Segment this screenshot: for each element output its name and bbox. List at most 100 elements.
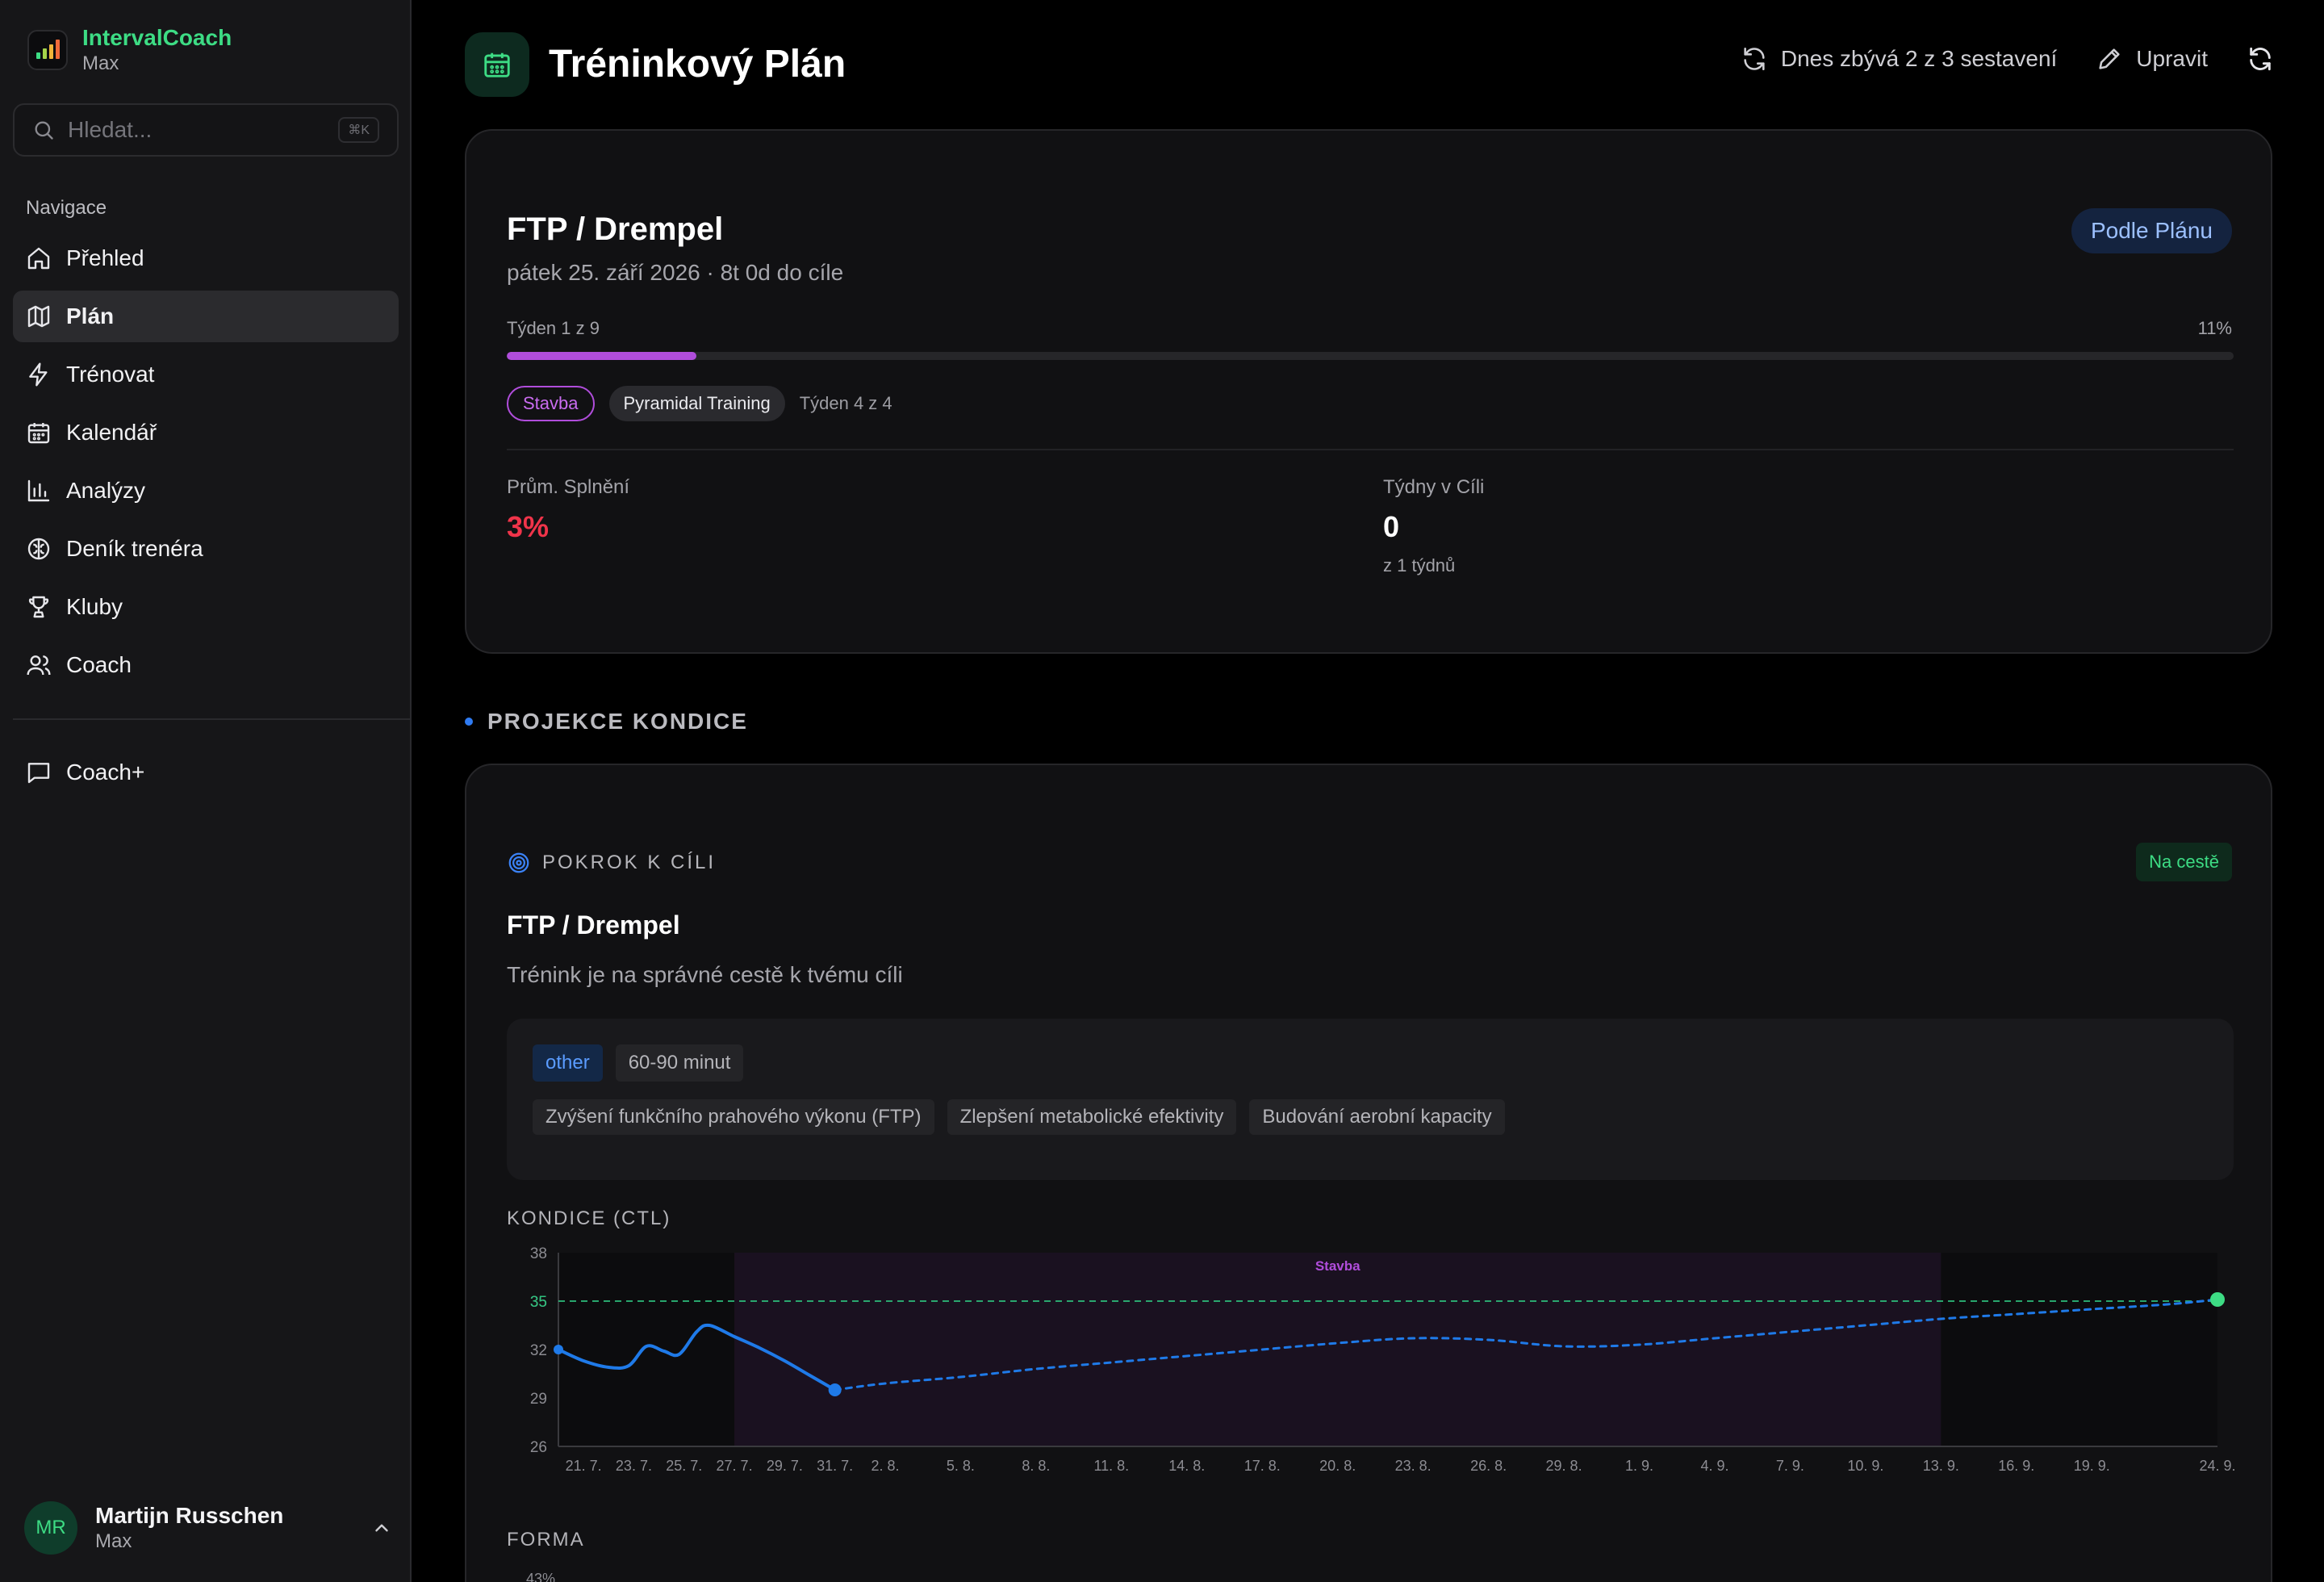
sidebar-item-plan[interactable]: Plán [13,291,399,342]
x-tick-label: 24. 9. [2199,1458,2235,1474]
user-menu[interactable]: MR Martijn Russchen Max [24,1501,392,1555]
sidebar-secondary-nav: Coach+ [13,747,399,805]
goal-end-point [2210,1292,2225,1307]
y-tick-label: 26 [530,1439,547,1456]
x-tick-label: 26. 8. [1470,1458,1507,1474]
x-tick-label: 14. 8. [1168,1458,1205,1474]
plan-progress-fill [507,352,697,360]
refresh-icon [1744,47,1765,71]
progress-heading: POKROK K CÍLI [507,851,716,875]
edit-label: Upravit [2136,46,2208,71]
refresh-button[interactable] [2247,45,2274,73]
x-tick-label: 31. 7. [817,1458,853,1474]
x-tick-label: 4. 9. [1700,1458,1728,1474]
y-tick-label: 32 [530,1342,547,1359]
x-tick-label: 27. 7. [717,1458,753,1474]
sidebar-item-trenovat[interactable]: Trénovat [13,349,399,400]
weeks-on-target-stat: Týdny v Cíli 0 z 1 týdnů [1383,476,1484,576]
current-point [828,1383,842,1396]
status-badge: Na cestě [2136,843,2232,881]
sidebar-item-label: Coach [66,652,132,677]
x-tick-label: 16. 9. [1998,1458,2034,1474]
goal-tag: Zvýšení funkčního prahového výkonu (FTP) [533,1099,934,1135]
message-icon [27,763,50,784]
header-actions: Dnes zbývá 2 z 3 sestavení Upravit [1741,45,2274,73]
forma-axis-tick: 43% [526,1571,556,1582]
sidebar-item-label: Přehled [66,245,144,270]
stat-value: 0 [1383,510,1400,543]
trophy-icon [28,596,49,618]
sidebar-item-denik-trenera[interactable]: Deník trenéra [13,523,399,575]
sidebar-item-label: Coach+ [66,760,145,785]
calendar-icon [27,423,50,444]
app-name: IntervalCoach [82,25,232,50]
brain-icon [27,538,50,560]
goal-tag: Budování aerobní kapacity [1249,1099,1505,1135]
search-input[interactable]: Hledat... ⌘K [13,103,399,157]
sidebar: IntervalCoach Max Hledat... ⌘K Navigace … [0,0,412,1582]
sidebar-item-kalendar[interactable]: Kalendář [13,407,399,458]
pencil-icon [2099,48,2120,69]
sidebar-item-label: Kalendář [66,420,157,445]
stat-label: Prům. Splnění [507,476,630,498]
target-label: 35 [530,1294,547,1311]
edit-button[interactable]: Upravit [2096,45,2208,73]
stat-sub: z 1 týdnů [1383,555,1456,575]
bolt-icon [29,362,48,387]
x-tick-label: 7. 9. [1776,1458,1804,1474]
divider [507,449,2234,450]
brand[interactable]: IntervalCoach Max [27,24,232,76]
plan-progress-bar [507,352,2234,360]
block-chip[interactable]: Pyramidal Training [608,386,785,421]
status-badge: Podle Plánu [2071,208,2232,253]
nav-heading: Navigace [26,197,107,219]
map-icon [27,305,50,328]
goal-subtitle: pátek 25. září 2026 · 8t 0d do cíle [507,260,844,285]
goal-card: FTP / Drempel pátek 25. září 2026 · 8t 0… [465,129,2272,654]
users-icon [27,655,51,676]
sidebar-item-label: Trénovat [66,362,155,387]
sidebar-item-coach[interactable]: Coach [13,639,399,691]
tag: 60-90 minut [615,1044,744,1082]
tag: other [533,1044,603,1082]
block-week-label: Týden 4 z 4 [799,393,892,413]
start-point [554,1345,563,1354]
x-tick-label: 10. 9. [1847,1458,1883,1474]
x-tick-label: 13. 9. [1923,1458,1959,1474]
ctl-chart-label: KONDICE (CTL) [507,1207,671,1229]
x-tick-label: 23. 8. [1395,1458,1432,1474]
search-shortcut: ⌘K [338,117,379,143]
x-tick-label: 29. 7. [767,1458,803,1474]
phase-band [734,1253,1942,1446]
avg-completion-stat: Prům. Splnění 3% [507,476,629,544]
ctl-chart: Stavba 38 35 32 29 26 21. 7. 23. 7. 25. 7. 27. 7.… [530,1246,2236,1474]
phase-chip[interactable]: Stavba [507,386,595,421]
refresh-icon [2250,47,2271,71]
user-plan: Max [95,1530,132,1552]
x-tick-label: 11. 8. [1093,1458,1129,1474]
forma-chart-label: FORMA [507,1529,585,1551]
sidebar-item-coach-plus[interactable]: Coach+ [13,747,399,798]
projection-title: FTP / Drempel [507,910,680,940]
avatar: MR [24,1501,77,1555]
sidebar-item-kluby[interactable]: Kluby [13,581,399,633]
search-icon [35,121,53,140]
y-tick-label: 29 [530,1391,547,1408]
app-plan: Max [82,52,119,74]
user-name: Martijn Russchen [95,1503,284,1528]
regenerate-button[interactable]: Dnes zbývá 2 z 3 sestavení [1741,45,2057,73]
phase-band-label: Stavba [1315,1258,1361,1274]
x-tick-label: 19. 9. [2074,1458,2110,1474]
x-tick-label: 1. 9. [1625,1458,1653,1474]
x-tick-label: 29. 8. [1546,1458,1582,1474]
x-tick-label: 23. 7. [616,1458,652,1474]
remaining-label: Dnes zbývá 2 z 3 sestavení [1780,46,2058,71]
sidebar-item-analyzy[interactable]: Analýzy [13,465,399,517]
chevron-up-icon[interactable] [371,1517,392,1538]
x-tick-label: 2. 8. [871,1458,899,1474]
sidebar-item-prehled[interactable]: Přehled [13,232,399,284]
sidebar-item-label: Analýzy [66,478,146,503]
week-percent: 11% [2197,318,2232,338]
goal-tag: Zlepšení metabolické efektivity [947,1099,1237,1135]
home-icon [27,247,50,270]
